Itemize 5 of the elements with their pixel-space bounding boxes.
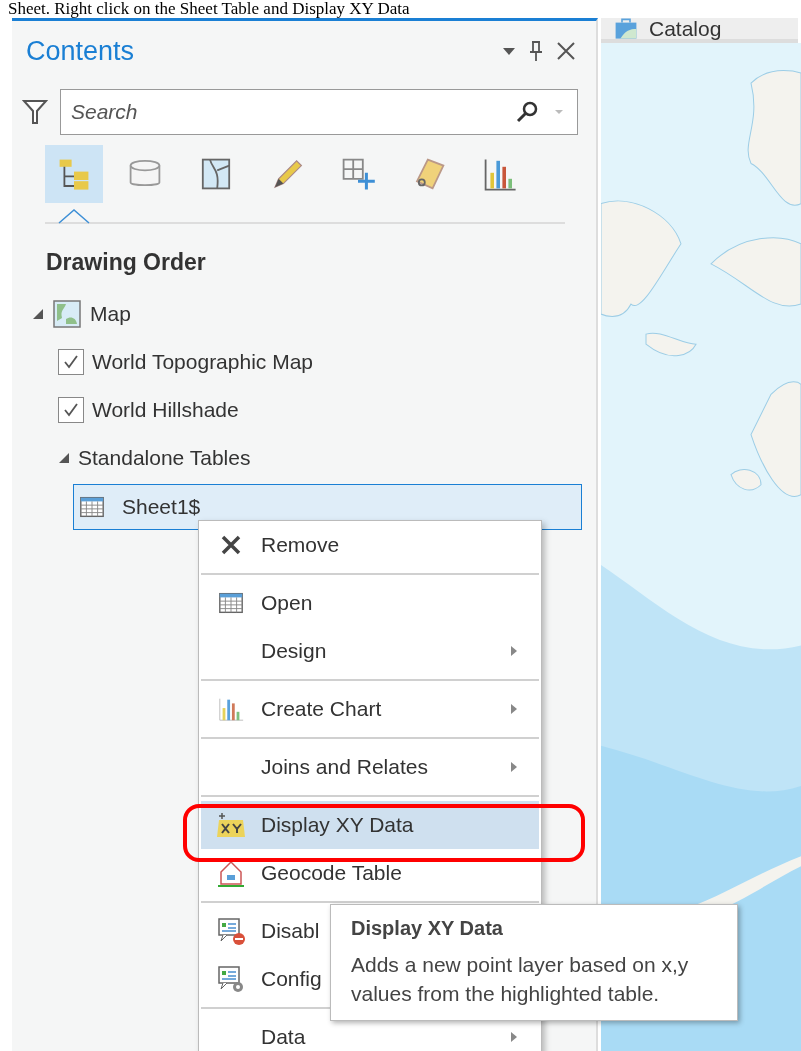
tooltip-text: Adds a new point layer based on x,y values from the highlighted table. bbox=[351, 952, 690, 1007]
section-heading: Drawing Order bbox=[45, 248, 207, 277]
pane-title: Contents bbox=[26, 35, 136, 67]
tooltip-title: Display XY Data bbox=[351, 917, 504, 940]
caption-text: Sheet. Right click on the Sheet Table and Display XY Data bbox=[7, 0, 411, 18]
